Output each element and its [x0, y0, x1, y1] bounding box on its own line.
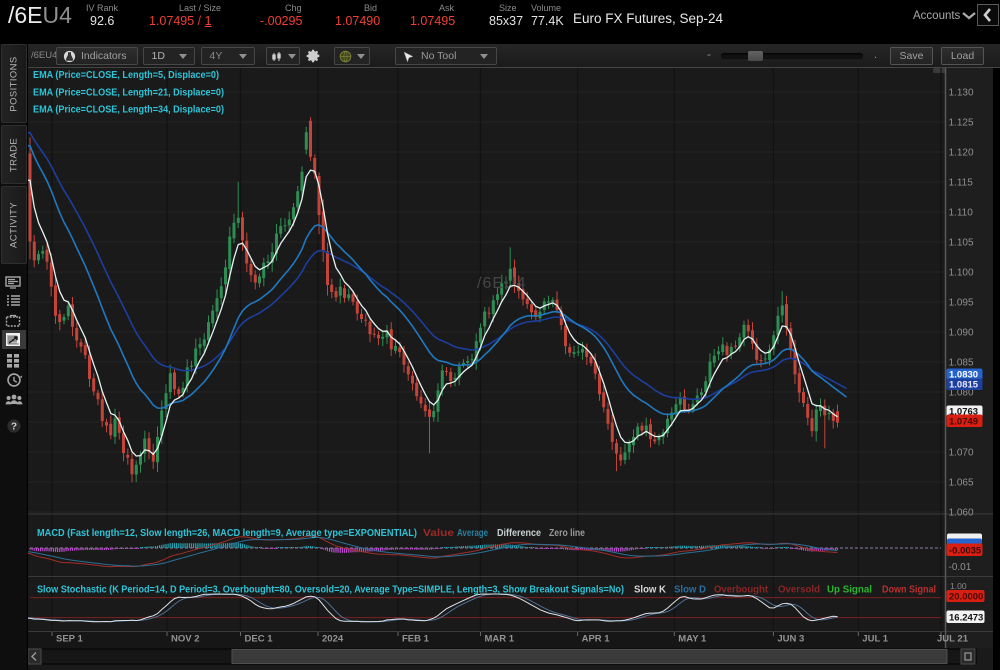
svg-text:FEB 1: FEB 1 — [402, 634, 430, 645]
svg-text:2024: 2024 — [322, 634, 344, 645]
svg-text:MACD (Fast length=12, Slow len: MACD (Fast length=12, Slow length=26, MA… — [37, 528, 417, 539]
svg-text:Slow D: Slow D — [674, 585, 706, 596]
svg-text:Average: Average — [457, 528, 488, 539]
svg-text:NOV 2: NOV 2 — [171, 634, 200, 645]
svg-text:1.0815: 1.0815 — [949, 380, 979, 391]
svg-text:1.085: 1.085 — [949, 358, 974, 369]
svg-text:1.070: 1.070 — [949, 448, 974, 459]
svg-text:Difference: Difference — [497, 528, 541, 539]
svg-text:EMA (Price=CLOSE, Length=21, D: EMA (Price=CLOSE, Length=21, Displace=0) — [33, 87, 224, 98]
svg-text:1.00: 1.00 — [950, 581, 967, 591]
svg-text:-0.01: -0.01 — [949, 562, 972, 573]
svg-text:1.065: 1.065 — [949, 478, 974, 489]
svg-text:16.2473: 16.2473 — [949, 613, 983, 624]
svg-text:MAY 1: MAY 1 — [678, 634, 707, 645]
svg-text:/6EU4: /6EU4 — [477, 275, 526, 292]
svg-text:Down Signal: Down Signal — [882, 585, 936, 596]
svg-text:Slow Stochastic (K Period=14,: Slow Stochastic (K Period=14, D Period=3… — [37, 585, 624, 596]
svg-text:1.130: 1.130 — [949, 88, 974, 99]
svg-text:1.105: 1.105 — [949, 238, 974, 249]
svg-text:JUL 1: JUL 1 — [862, 634, 888, 645]
svg-text:1.110: 1.110 — [949, 208, 974, 219]
svg-text:DEC 1: DEC 1 — [245, 634, 274, 645]
svg-text:1.090: 1.090 — [949, 328, 974, 339]
svg-text:1.095: 1.095 — [949, 298, 974, 309]
svg-text:MAR 1: MAR 1 — [485, 634, 515, 645]
svg-text:1.120: 1.120 — [949, 148, 974, 159]
svg-text:1.125: 1.125 — [949, 118, 974, 129]
svg-text:EMA (Price=CLOSE, Length=34, D: EMA (Price=CLOSE, Length=34, Displace=0) — [33, 105, 224, 116]
svg-text:Slow K: Slow K — [634, 585, 667, 596]
svg-text:1.0749: 1.0749 — [949, 417, 978, 428]
svg-text:JUL 21: JUL 21 — [937, 634, 969, 645]
svg-text:20.0000: 20.0000 — [949, 592, 983, 603]
svg-text:JUN 3: JUN 3 — [777, 634, 804, 645]
svg-text:EMA (Price=CLOSE, Length=5, Di: EMA (Price=CLOSE, Length=5, Displace=0) — [33, 70, 219, 81]
svg-text:Overbought: Overbought — [714, 585, 769, 596]
svg-text:Up Signal: Up Signal — [827, 585, 872, 596]
svg-text:SEP 1: SEP 1 — [56, 634, 83, 645]
svg-text:Value: Value — [423, 528, 455, 539]
svg-text:1.100: 1.100 — [949, 268, 974, 279]
svg-text:-0.0035: -0.0035 — [949, 546, 982, 557]
svg-text:?: ? — [11, 422, 17, 433]
svg-text:1.060: 1.060 — [949, 508, 974, 519]
svg-text:APR 1: APR 1 — [582, 634, 611, 645]
svg-text:1.115: 1.115 — [949, 178, 974, 189]
svg-text:Oversold: Oversold — [778, 585, 820, 596]
svg-text:Zero line: Zero line — [549, 528, 585, 539]
